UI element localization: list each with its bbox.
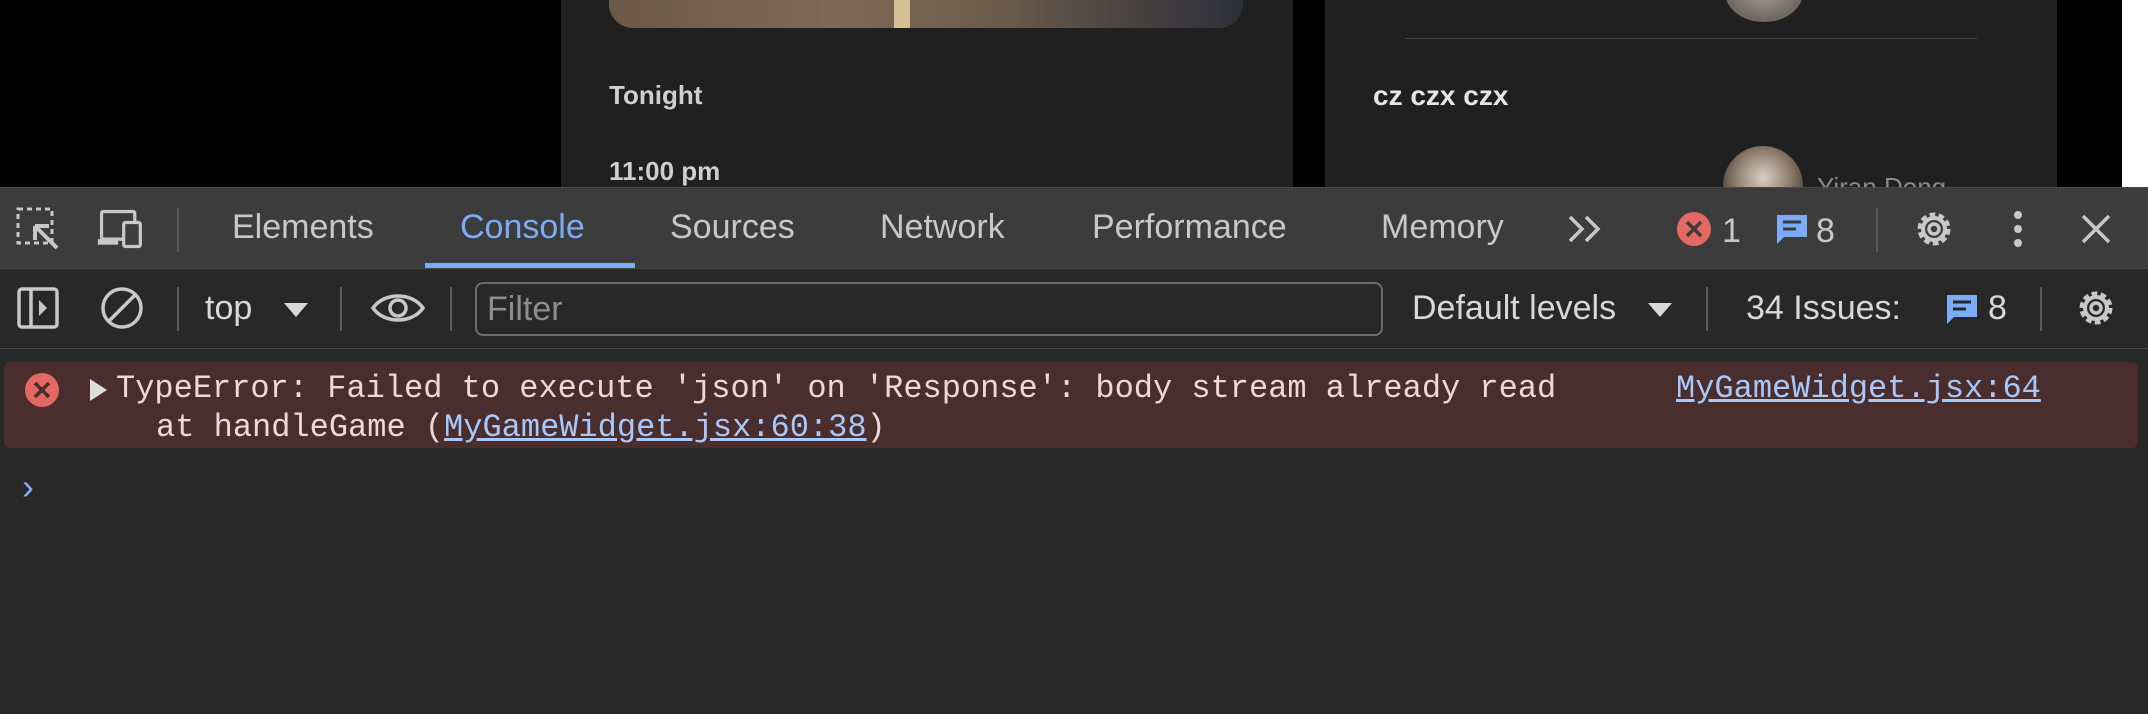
comment-author[interactable]: Yiran Dong xyxy=(1817,172,1946,187)
devtools-tabbar: Elements Console Sources Network Perform… xyxy=(0,187,2148,269)
comments-card: cz czx czx Yiran Dong xyxy=(1325,0,2057,187)
event-time: 11:00 pm xyxy=(609,156,721,186)
tab-sources[interactable]: Sources xyxy=(670,208,795,247)
settings-gear-icon[interactable] xyxy=(1910,206,1958,252)
stack-suffix: ) xyxy=(866,409,886,446)
avatar[interactable] xyxy=(1725,0,1803,22)
message-icon[interactable] xyxy=(1938,286,1986,332)
issues-label[interactable]: 34 Issues: xyxy=(1746,289,1901,328)
event-card[interactable]: Tonight 11:00 pm xyxy=(561,0,1293,187)
error-count[interactable]: 1 xyxy=(1722,212,1741,251)
avatar[interactable] xyxy=(1723,146,1803,187)
tab-memory[interactable]: Memory xyxy=(1381,208,1504,247)
tab-network[interactable]: Network xyxy=(880,208,1005,247)
devtools-panel: Elements Console Sources Network Perform… xyxy=(0,187,2148,714)
message-count[interactable]: 8 xyxy=(1816,212,1835,251)
close-icon[interactable] xyxy=(2072,206,2120,252)
sidebar-toggle-icon[interactable] xyxy=(14,285,62,331)
eye-icon[interactable] xyxy=(370,285,426,331)
error-stack-line: at handleGame (MyGameWidget.jsx:60:38) xyxy=(156,409,886,446)
event-image xyxy=(609,0,1243,28)
console-settings-gear-icon[interactable] xyxy=(2072,285,2120,331)
message-icon[interactable] xyxy=(1768,206,1816,252)
filter-input[interactable] xyxy=(475,282,1383,336)
clear-console-icon[interactable] xyxy=(98,285,146,331)
active-tab-indicator xyxy=(425,263,635,268)
tab-elements[interactable]: Elements xyxy=(232,208,374,247)
stack-source-link[interactable]: MyGameWidget.jsx:60:38 xyxy=(444,409,866,446)
console-output: TypeError: Failed to execute 'json' on '… xyxy=(0,349,2148,714)
console-error-message[interactable]: TypeError: Failed to execute 'json' on '… xyxy=(4,362,2138,448)
chevron-down-icon[interactable] xyxy=(284,303,308,317)
error-icon xyxy=(24,372,60,413)
tab-performance[interactable]: Performance xyxy=(1092,208,1287,247)
divider xyxy=(1405,38,1977,39)
console-prompt[interactable]: › xyxy=(22,466,34,508)
error-count-icon[interactable] xyxy=(1670,206,1718,252)
page-scrollbar[interactable] xyxy=(2122,0,2148,187)
device-toolbar-icon[interactable] xyxy=(96,206,144,252)
error-source-link[interactable]: MyGameWidget.jsx:64 xyxy=(1676,370,2041,407)
event-day: Tonight xyxy=(609,80,703,110)
chevron-down-icon[interactable] xyxy=(1648,303,1672,317)
more-options-icon[interactable] xyxy=(1994,206,2042,252)
expand-triangle-icon[interactable] xyxy=(90,379,107,401)
issues-count[interactable]: 8 xyxy=(1988,289,2007,328)
page-viewport: Tonight 11:00 pm cz czx czx Yiran Dong xyxy=(0,0,2148,187)
log-levels-dropdown[interactable]: Default levels xyxy=(1412,289,1616,328)
console-toolbar: top Default levels 34 Issues: 8 xyxy=(0,269,2148,349)
comment-text: cz czx czx xyxy=(1373,80,1509,111)
tab-console[interactable]: Console xyxy=(460,208,585,247)
context-select[interactable]: top xyxy=(205,289,252,328)
chevron-double-right-icon[interactable] xyxy=(1562,206,1610,252)
error-text: TypeError: Failed to execute 'json' on '… xyxy=(116,370,1557,407)
inspect-element-icon[interactable] xyxy=(14,206,62,252)
stack-prefix: at handleGame ( xyxy=(156,409,445,446)
